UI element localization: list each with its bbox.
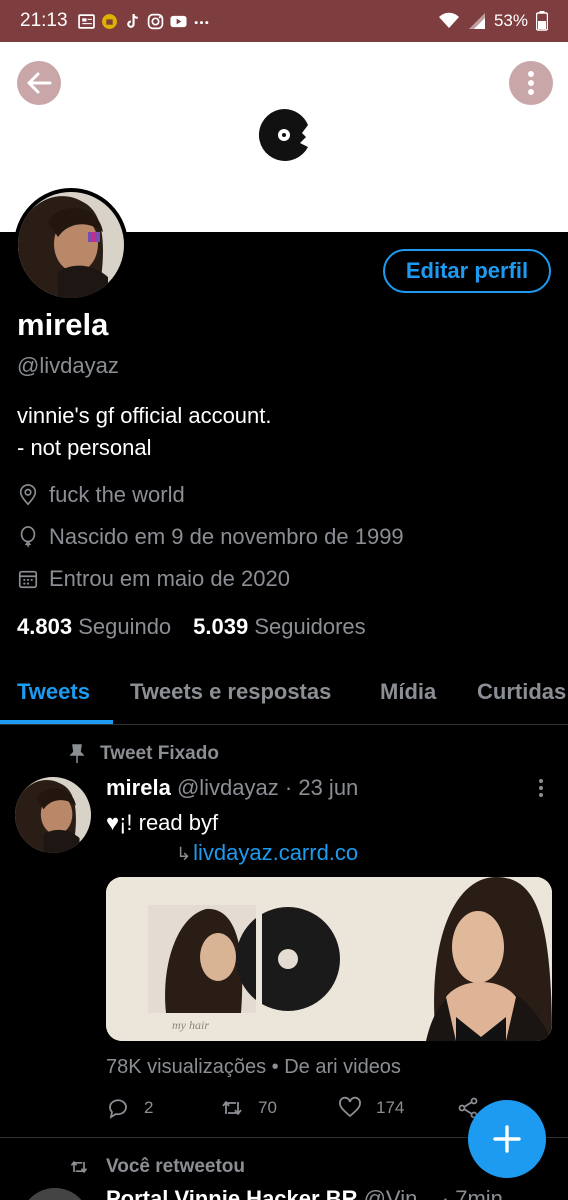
avatar-photo bbox=[18, 192, 124, 298]
media-thumbnail: my hair bbox=[106, 877, 552, 1041]
joined-text: Entrou em maio de 2020 bbox=[49, 566, 290, 591]
pinned-tweet-label: Tweet Fixado bbox=[70, 743, 219, 765]
retweeted-label: Você retweetou bbox=[68, 1156, 245, 1178]
pin-icon bbox=[70, 744, 84, 763]
like-count: 174 bbox=[376, 1098, 405, 1117]
bio-line: - not personal bbox=[17, 435, 152, 460]
tab-media[interactable]: Mídia bbox=[380, 679, 436, 705]
next-tweet-handle: @Vin... bbox=[363, 1186, 436, 1200]
retweet-count: 70 bbox=[258, 1098, 277, 1117]
back-button[interactable] bbox=[17, 61, 61, 105]
signal-icon bbox=[468, 13, 485, 29]
battery-icon bbox=[536, 11, 548, 31]
arrow-left-icon bbox=[27, 72, 52, 94]
bag-icon bbox=[101, 13, 117, 29]
profile-name: mirela bbox=[17, 307, 109, 342]
following-label: Seguindo bbox=[78, 614, 172, 639]
following-link[interactable]: 4.803 Seguindo bbox=[17, 614, 171, 640]
retweet-icon bbox=[222, 1101, 242, 1115]
notification-icons bbox=[77, 13, 210, 30]
status-bar: 21:13 53% bbox=[0, 0, 568, 42]
tab-tweets-replies[interactable]: Tweets e respostas bbox=[130, 679, 331, 705]
tweet-date: · 23 jun bbox=[284, 775, 359, 800]
link-arrow: ↳ bbox=[176, 844, 192, 864]
wifi-icon bbox=[438, 12, 459, 28]
profile-joined: Entrou em maio de 2020 bbox=[17, 566, 290, 592]
tweet-author-handle: @livdayaz bbox=[176, 775, 279, 800]
battery-percent: 53% bbox=[493, 11, 528, 30]
retweet-button[interactable]: 70 bbox=[220, 1096, 277, 1120]
system-status: 53% bbox=[438, 11, 548, 31]
instagram-icon bbox=[147, 13, 163, 29]
avatar-photo bbox=[15, 777, 91, 853]
balloon-icon bbox=[20, 526, 36, 548]
next-tweet-author[interactable]: Portal Vinnie Hacker BR bbox=[106, 1186, 357, 1200]
location-pin-icon bbox=[19, 484, 37, 506]
tweet-views: 78K visualizações • De ari videos bbox=[106, 1056, 401, 1079]
next-tweet-header: Portal Vinnie Hacker BR @Vin... · 7min bbox=[106, 1186, 503, 1200]
tweet-header: mirela @livdayaz · 23 jun bbox=[106, 775, 358, 801]
views-count: 78K visualizações bbox=[106, 1056, 267, 1078]
calendar-icon bbox=[18, 570, 38, 589]
tweet-text: ♥¡! read byf bbox=[106, 810, 219, 835]
follow-stats: 4.803 Seguindo 5.039 Seguidores bbox=[17, 614, 366, 640]
profile-tabs: Tweets Tweets e respostas Mídia Curtidas bbox=[0, 663, 568, 725]
tweet-author-name[interactable]: mirela bbox=[106, 775, 171, 800]
followers-count: 5.039 bbox=[193, 614, 249, 639]
profile-avatar[interactable] bbox=[14, 188, 128, 302]
reply-count: 2 bbox=[144, 1098, 154, 1117]
followers-label: Seguidores bbox=[254, 614, 366, 639]
tweet-media-video[interactable]: my hair bbox=[106, 877, 552, 1041]
pinned-text: Tweet Fixado bbox=[100, 743, 219, 764]
tweet-link-line: ↳livdayaz.carrd.co bbox=[176, 840, 358, 866]
location-text: fuck the world bbox=[49, 482, 185, 507]
retweeted-text: Você retweetou bbox=[106, 1156, 246, 1177]
birthday-text: Nascido em 9 de novembro de 1999 bbox=[49, 524, 404, 549]
tab-likes[interactable]: Curtidas bbox=[477, 679, 566, 705]
tab-tweets[interactable]: Tweets bbox=[17, 679, 90, 705]
video-source[interactable]: • De ari videos bbox=[272, 1056, 401, 1078]
tweet-more-icon[interactable] bbox=[538, 778, 544, 798]
next-tweet-avatar[interactable] bbox=[20, 1188, 90, 1200]
next-tweet-time: · 7min bbox=[441, 1186, 503, 1200]
bio-line: vinnie's gf official account. bbox=[17, 403, 272, 428]
profile-bio: vinnie's gf official account. - not pers… bbox=[17, 400, 272, 464]
like-button[interactable]: 174 bbox=[338, 1096, 404, 1120]
tweet-link[interactable]: livdayaz.carrd.co bbox=[193, 840, 358, 865]
more-options-button[interactable] bbox=[509, 61, 553, 105]
reply-icon bbox=[109, 1099, 127, 1119]
active-tab-indicator bbox=[0, 720, 113, 724]
profile-birthday: Nascido em 9 de novembro de 1999 bbox=[17, 524, 404, 550]
tweet-avatar[interactable] bbox=[15, 777, 91, 853]
more-vertical-icon bbox=[528, 71, 534, 95]
retweet-icon bbox=[70, 1161, 88, 1173]
following-count: 4.803 bbox=[17, 614, 73, 639]
status-time: 21:13 bbox=[20, 10, 68, 31]
profile-handle: @livdayaz bbox=[17, 353, 119, 378]
edit-profile-button[interactable]: Editar perfil bbox=[383, 249, 551, 293]
profile-location: fuck the world bbox=[17, 482, 185, 508]
youtube-icon bbox=[170, 15, 187, 27]
vinyl-record-logo bbox=[258, 109, 308, 161]
more-dots-icon bbox=[194, 20, 208, 24]
heart-icon bbox=[339, 1096, 361, 1118]
tiktok-icon bbox=[126, 13, 138, 28]
plus-icon bbox=[493, 1125, 521, 1153]
compose-tweet-button[interactable] bbox=[468, 1100, 546, 1178]
media-caption: my hair bbox=[172, 1018, 209, 1032]
followers-link[interactable]: 5.039 Seguidores bbox=[193, 614, 366, 640]
reply-button[interactable]: 2 bbox=[106, 1096, 153, 1120]
news-icon bbox=[77, 13, 95, 29]
